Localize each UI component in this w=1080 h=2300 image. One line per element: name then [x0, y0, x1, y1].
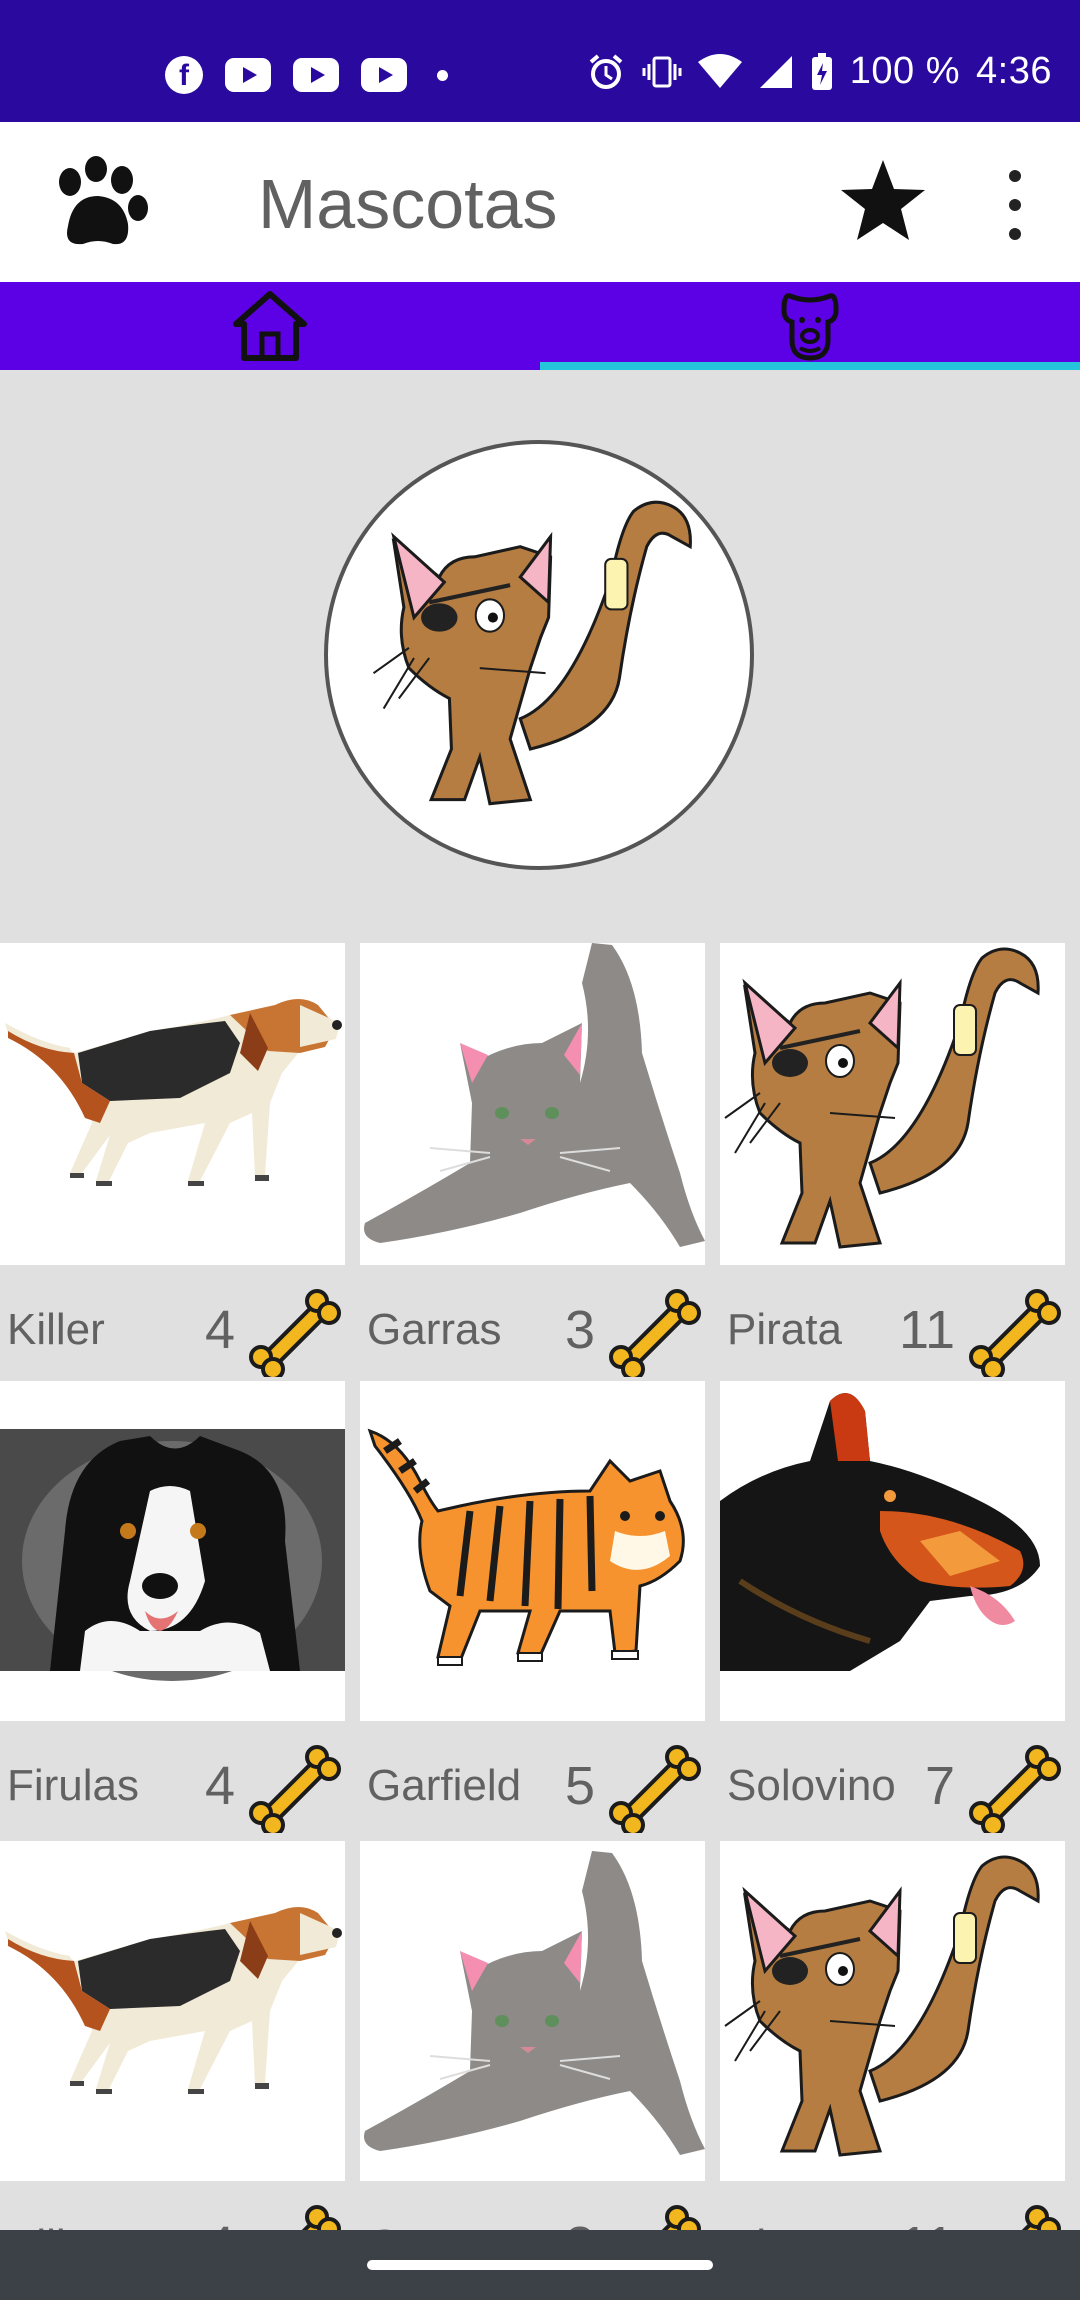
paw-icon [59, 156, 148, 245]
tab-home[interactable] [0, 282, 540, 370]
youtube-icon [293, 58, 339, 92]
pirate-cat-illustration [720, 1849, 1065, 2175]
battery-charging-icon [811, 52, 832, 90]
pet-photo [360, 943, 705, 1265]
pet-name: Killer [7, 1305, 105, 1354]
home-icon [233, 291, 307, 361]
pet-likes: 7 [924, 1756, 955, 1816]
pet-likes: 3 [564, 1300, 595, 1360]
clock: 4:36 [976, 50, 1052, 92]
doberman-illustration [720, 1381, 1065, 1721]
battery-level: 100 % [849, 50, 961, 92]
pet-info: Firulas 4 [0, 1721, 345, 1833]
more-notifications-dot [437, 69, 448, 81]
pet-card[interactable]: Pirata 11 [720, 943, 1065, 1377]
pet-card[interactable]: Killer 4 [0, 943, 345, 1377]
pet-photo [360, 1381, 705, 1721]
pet-likes: 4 [204, 1300, 235, 1360]
pet-name: Firulas [7, 1761, 140, 1810]
grey-cat-illustration [360, 1850, 705, 2174]
beagle-dog-illustration [0, 1851, 345, 2173]
bone-icon[interactable] [967, 1287, 1063, 1377]
pet-photo [720, 1841, 1065, 2181]
system-status: 100 % 4:36 [586, 50, 1052, 93]
pet-likes: 4 [204, 1756, 235, 1816]
selected-tab-indicator [540, 362, 1080, 370]
bone-icon[interactable] [247, 1287, 343, 1377]
youtube-icon [361, 58, 407, 92]
beagle-dog-illustration [0, 943, 345, 1265]
pet-card[interactable]: Garfield 5 [360, 1381, 705, 1833]
system-navigation-bar [0, 2230, 1080, 2300]
pet-photo [720, 943, 1065, 1265]
tab-pet-profile[interactable] [540, 282, 1080, 370]
pet-card[interactable]: Pirata 11 [720, 1841, 1065, 2275]
app-bar: Mascotas [0, 122, 1080, 282]
alarm-icon [589, 53, 623, 89]
pet-name: Solovino [727, 1761, 896, 1810]
pet-photo [360, 1841, 705, 2181]
app-title: Mascotas [258, 165, 558, 243]
border-collie-illustration [0, 1381, 345, 1703]
pet-photo [0, 1841, 345, 2181]
bone-icon[interactable] [607, 1287, 703, 1377]
pet-card[interactable]: Solovino 7 [720, 1381, 1065, 1833]
bone-icon[interactable] [247, 1743, 343, 1833]
tab-bar [0, 282, 1080, 370]
pet-info: Solovino 7 [720, 1721, 1065, 1833]
pet-photo [0, 1381, 345, 1721]
pet-info: Garras 3 [360, 1265, 705, 1377]
dog-face-icon [781, 293, 839, 361]
pirate-cat-illustration [720, 943, 1065, 1265]
tiger-cat-illustration [360, 1381, 705, 1721]
pet-likes: 11 [898, 1300, 955, 1360]
more-vert-icon[interactable] [1000, 170, 1030, 240]
pet-name: Garfield [367, 1761, 522, 1810]
bone-icon[interactable] [967, 1743, 1063, 1833]
pet-card[interactable]: Killer 4 [0, 1841, 345, 2275]
pet-info: Killer 4 [0, 1265, 345, 1377]
pet-info: Pirata 11 [720, 1265, 1065, 1377]
wifi-icon [697, 53, 742, 88]
pet-card[interactable]: Garras 3 [360, 1841, 705, 2275]
grey-cat-illustration [360, 943, 705, 1265]
vibrate-icon [642, 56, 682, 87]
pet-name: Pirata [727, 1305, 842, 1354]
pet-info: Garfield 5 [360, 1721, 705, 1833]
facebook-icon: f [165, 56, 203, 94]
pet-name: Garras [367, 1305, 502, 1354]
status-bar: f 100 % 4:36 [0, 0, 1080, 122]
youtube-icon [225, 58, 271, 92]
bone-icon[interactable] [607, 1743, 703, 1833]
favorites-star-icon[interactable] [838, 156, 928, 246]
pet-likes: 5 [564, 1756, 595, 1816]
pet-card[interactable]: Firulas 4 [0, 1381, 345, 1833]
profile-photo[interactable] [324, 440, 754, 870]
pirate-cat-illustration [328, 444, 754, 870]
pet-card[interactable]: Garras 3 [360, 943, 705, 1377]
pet-photo [0, 943, 345, 1265]
home-gesture-handle[interactable] [367, 2260, 713, 2270]
notification-icons: f [165, 56, 448, 94]
profile-header [0, 370, 1080, 943]
pet-photo [720, 1381, 1065, 1721]
signal-icon [759, 55, 792, 88]
